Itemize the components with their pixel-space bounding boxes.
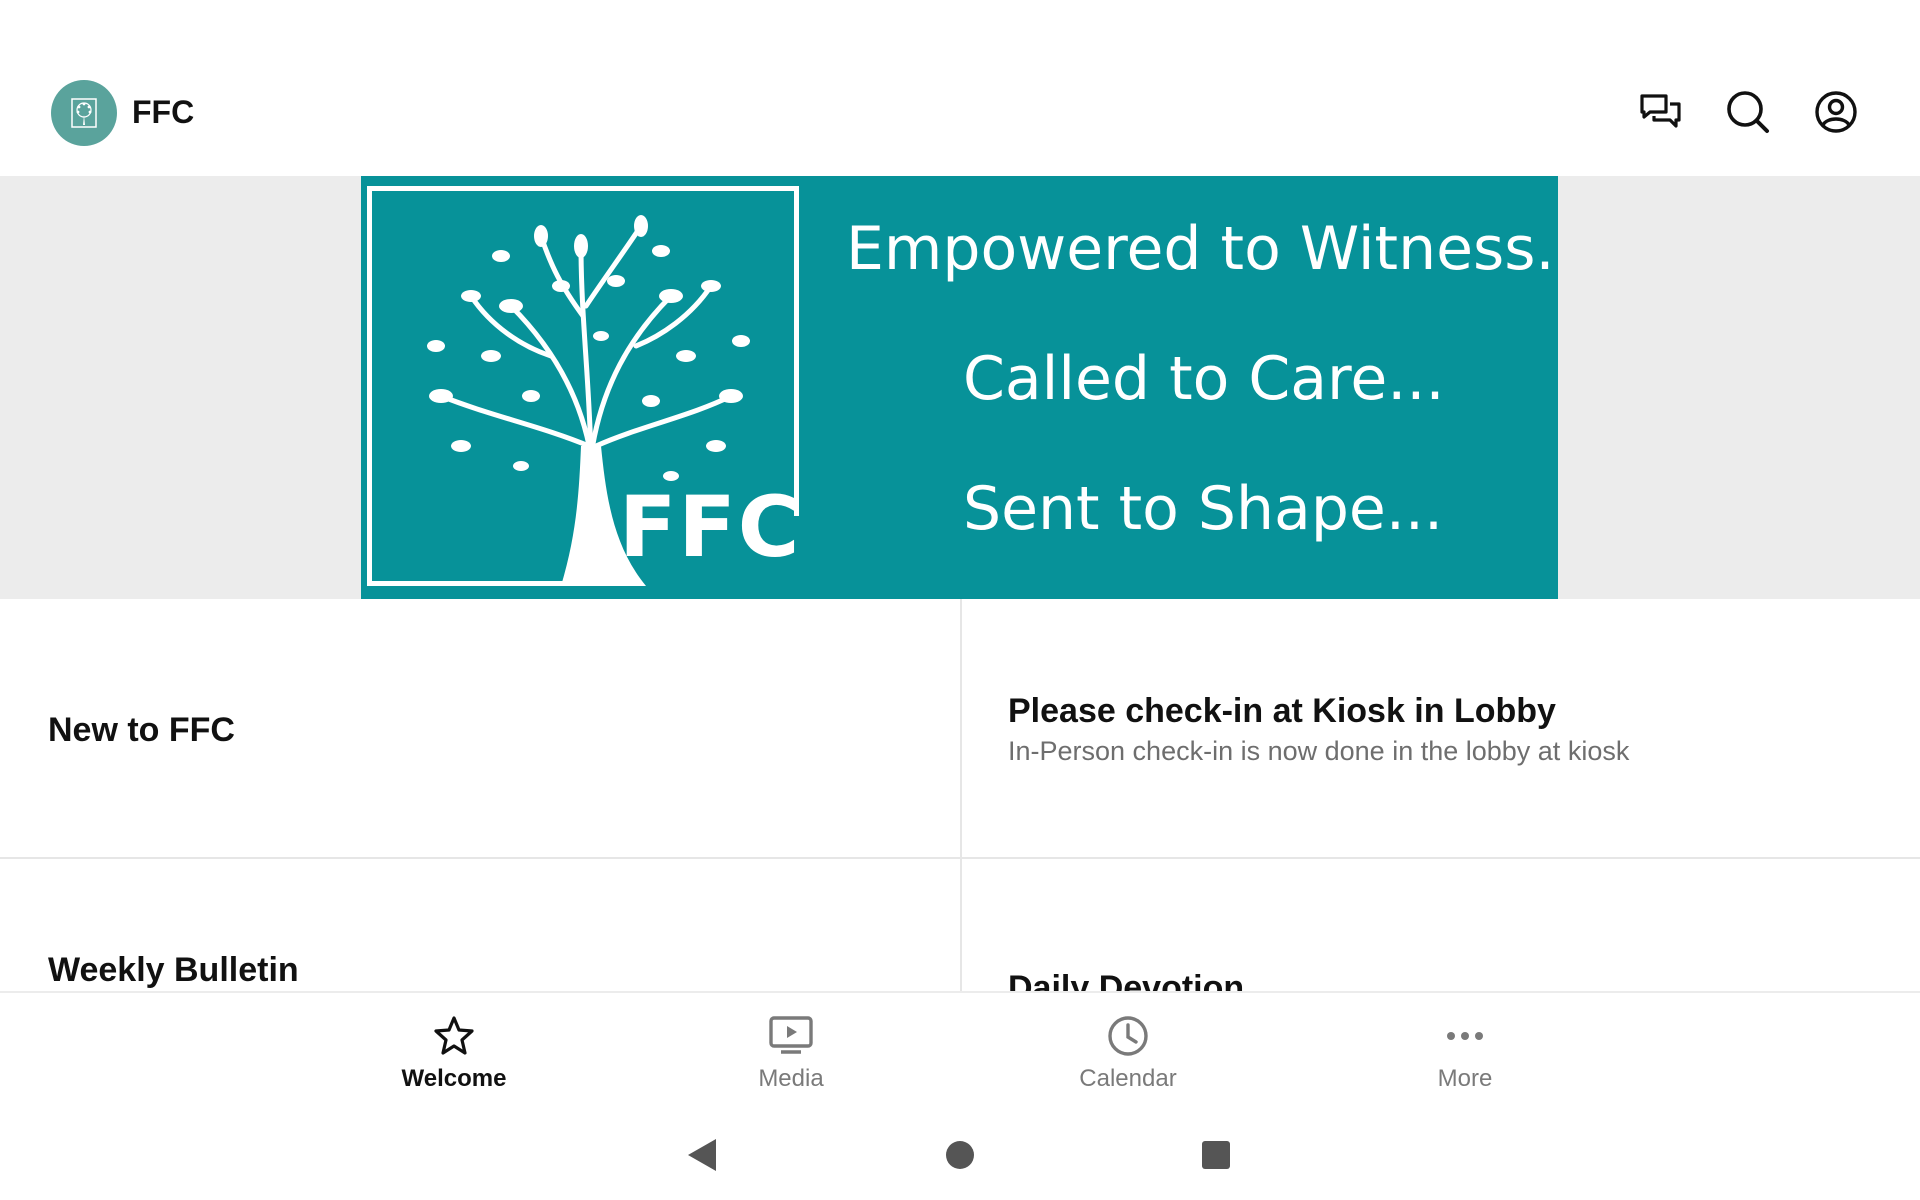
tab-label: Media — [758, 1065, 824, 1092]
card-weekly-bulletin[interactable]: Weekly Bulletin — [0, 859, 960, 991]
banner-ffc-text: FFC — [619, 478, 802, 576]
tab-label: Calendar — [1079, 1065, 1177, 1092]
hero-banner[interactable]: FFC Empowered to Witness... Called to Ca… — [361, 176, 1558, 599]
home-icon[interactable] — [935, 1130, 985, 1180]
tv-play-icon — [761, 1013, 821, 1059]
bottom-tab-bar: Welcome Media Calendar More — [0, 991, 1920, 1100]
app-header: FFC — [0, 0, 1920, 176]
card-title: Weekly Bulletin — [48, 951, 299, 989]
recents-icon[interactable] — [1191, 1130, 1241, 1180]
account-icon[interactable] — [1812, 88, 1860, 136]
system-nav-bar — [0, 1100, 1920, 1200]
tagline-care: Called to Care... — [963, 344, 1445, 414]
tagline-shape: Sent to Shape... — [963, 474, 1444, 544]
tab-label: Welcome — [401, 1065, 507, 1092]
tab-more[interactable]: More — [1355, 993, 1575, 1102]
grid-divider — [960, 599, 962, 991]
search-icon[interactable] — [1724, 88, 1772, 136]
back-icon[interactable] — [678, 1130, 728, 1180]
card-title: New to FFC — [48, 711, 235, 749]
card-subtitle: In-Person check-in is now done in the lo… — [1008, 736, 1630, 766]
card-daily-devotion[interactable]: Daily Devotion — [962, 859, 1920, 991]
more-dots-icon — [1435, 1013, 1495, 1059]
tab-media[interactable]: Media — [681, 993, 901, 1102]
tab-welcome[interactable]: Welcome — [344, 993, 564, 1102]
chat-icon[interactable] — [1636, 88, 1684, 136]
clock-icon — [1098, 1013, 1158, 1059]
tab-calendar[interactable]: Calendar — [1018, 993, 1238, 1102]
card-new-to-ffc[interactable]: New to FFC — [0, 599, 960, 859]
church-tree-logo[interactable] — [51, 80, 117, 146]
tab-label: More — [1437, 1065, 1493, 1092]
card-title: Please check-in at Kiosk in Lobby — [1008, 692, 1556, 730]
star-icon — [424, 1013, 484, 1059]
card-check-in[interactable]: Please check-in at Kiosk in Lobby In-Per… — [962, 599, 1920, 859]
hero-area: FFC Empowered to Witness... Called to Ca… — [0, 176, 1920, 599]
app-title: FFC — [132, 94, 195, 130]
tagline-witness: Empowered to Witness... — [846, 214, 1558, 284]
card-title: Daily Devotion — [1008, 969, 1245, 991]
tree-icon — [71, 98, 97, 128]
